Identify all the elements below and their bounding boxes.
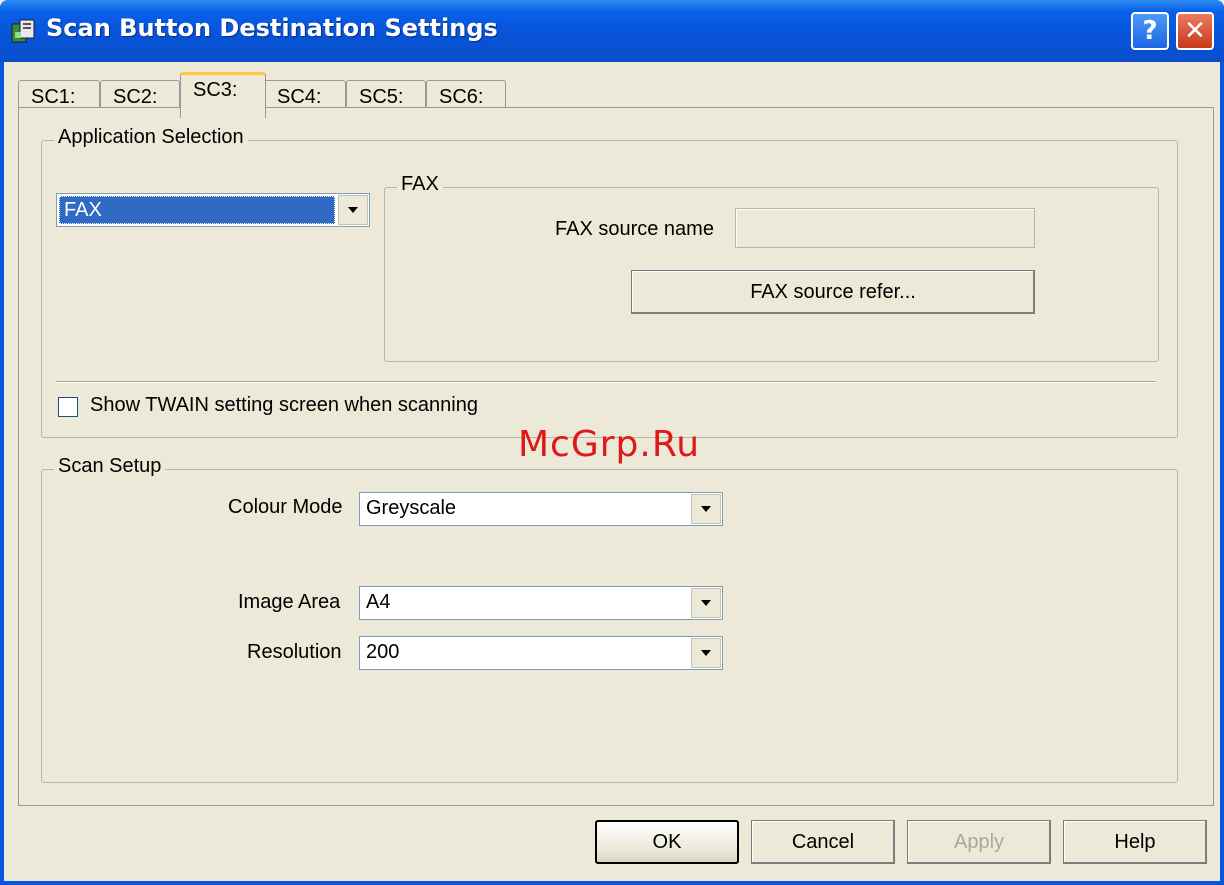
chevron-down-icon[interactable] <box>691 638 721 668</box>
fax-group-label: FAX <box>397 173 443 196</box>
scan-setup-group: Scan Setup Colour Mode Greyscale Image A… <box>41 455 1178 783</box>
application-select[interactable]: FAX <box>56 193 370 227</box>
show-twain-checkbox[interactable] <box>58 397 78 417</box>
fax-group: FAX FAX source name FAX source refer... <box>384 173 1159 362</box>
colour-mode-value: Greyscale <box>366 497 457 519</box>
resolution-select[interactable]: 200 <box>359 636 723 670</box>
fax-source-name-label: FAX source name <box>555 218 714 240</box>
help-button[interactable]: Help <box>1063 820 1207 864</box>
chevron-down-icon[interactable] <box>338 195 368 225</box>
title-bar[interactable]: Scan Button Destination Settings ? ✕ <box>0 0 1224 62</box>
scanner-app-icon <box>11 19 35 43</box>
scan-setup-label: Scan Setup <box>54 455 166 478</box>
resolution-value: 200 <box>366 641 400 663</box>
apply-button[interactable]: Apply <box>907 820 1051 864</box>
image-area-label: Image Area <box>238 591 341 613</box>
colour-mode-select[interactable]: Greyscale <box>359 492 723 526</box>
application-selection-group: Application Selection FAX FAX FAX source… <box>41 126 1178 438</box>
dialog-client-area: SC1: SC2: SC3: SC4: SC5: SC6: Applicatio… <box>4 62 1220 881</box>
colour-mode-label: Colour Mode <box>228 496 343 518</box>
show-twain-label[interactable]: Show TWAIN setting screen when scanning <box>90 394 478 417</box>
image-area-select[interactable]: A4 <box>359 586 723 620</box>
separator <box>56 381 1156 383</box>
tab-sc3[interactable]: SC3: <box>180 72 266 118</box>
dialog-window: Scan Button Destination Settings ? ✕ SC1… <box>0 0 1224 885</box>
title-help-button[interactable]: ? <box>1131 12 1169 50</box>
window-title: Scan Button Destination Settings <box>46 14 498 42</box>
ok-button[interactable]: OK <box>595 820 739 864</box>
watermark: McGrp.Ru <box>518 424 701 465</box>
close-button[interactable]: ✕ <box>1176 12 1214 50</box>
resolution-label: Resolution <box>247 641 342 663</box>
application-selection-label: Application Selection <box>54 126 248 149</box>
fax-source-refer-button[interactable]: FAX source refer... <box>631 270 1035 314</box>
fax-source-name-field[interactable] <box>735 208 1035 248</box>
cancel-button[interactable]: Cancel <box>751 820 895 864</box>
chevron-down-icon[interactable] <box>691 494 721 524</box>
application-value: FAX <box>59 196 335 224</box>
close-icon: ✕ <box>1184 16 1206 46</box>
chevron-down-icon[interactable] <box>691 588 721 618</box>
image-area-value: A4 <box>366 591 391 613</box>
